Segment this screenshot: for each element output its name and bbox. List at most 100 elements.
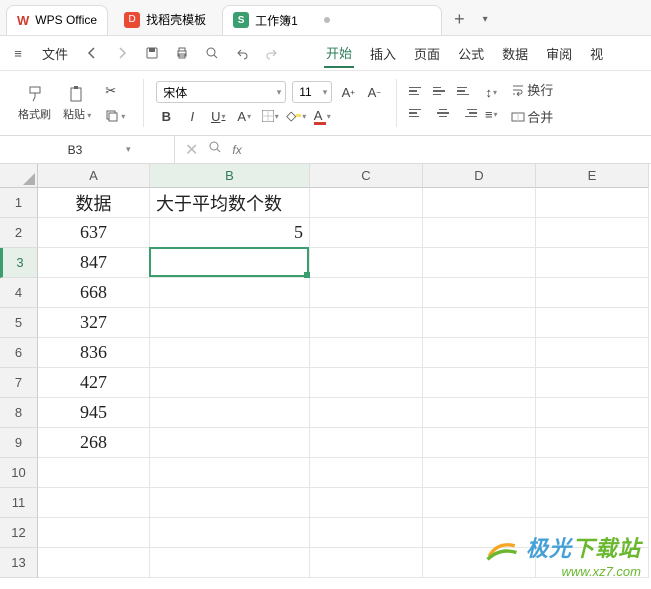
- border-button[interactable]: ▾: [260, 107, 280, 125]
- cell[interactable]: [310, 368, 423, 398]
- formula-input[interactable]: [252, 143, 641, 157]
- format-brush-button[interactable]: 格式刷: [14, 82, 55, 124]
- cell[interactable]: [423, 248, 536, 278]
- cell[interactable]: [150, 368, 310, 398]
- cell[interactable]: [310, 428, 423, 458]
- cut-button[interactable]: ✂: [101, 81, 129, 101]
- row-header[interactable]: 10: [0, 458, 38, 488]
- cell[interactable]: 836: [38, 338, 150, 368]
- menu-tab-review[interactable]: 审阅: [544, 40, 574, 67]
- cell[interactable]: [423, 308, 536, 338]
- back-icon[interactable]: [84, 45, 100, 61]
- menu-tab-page[interactable]: 页面: [412, 40, 442, 67]
- cell[interactable]: [38, 548, 150, 578]
- titlebar-tab-wps[interactable]: W WPS Office: [6, 5, 108, 35]
- cell[interactable]: [536, 248, 649, 278]
- titlebar-tab-daoke[interactable]: D 找稻壳模板: [114, 5, 216, 35]
- row-header[interactable]: 12: [0, 518, 38, 548]
- cell[interactable]: 668: [38, 278, 150, 308]
- cell[interactable]: [150, 338, 310, 368]
- row-header[interactable]: 6: [0, 338, 38, 368]
- cell[interactable]: [536, 398, 649, 428]
- font-name-select[interactable]: 宋体: [156, 81, 286, 103]
- cell[interactable]: [310, 248, 423, 278]
- cell[interactable]: [310, 488, 423, 518]
- cell[interactable]: [150, 428, 310, 458]
- select-all-button[interactable]: [0, 164, 38, 188]
- fill-color-button[interactable]: ◇▾: [286, 107, 306, 125]
- cell[interactable]: 427: [38, 368, 150, 398]
- underline-button[interactable]: U▾: [208, 107, 228, 125]
- row-header[interactable]: 9: [0, 428, 38, 458]
- font-color-button[interactable]: A▾: [312, 107, 332, 125]
- cell[interactable]: [536, 368, 649, 398]
- column-header[interactable]: C: [310, 164, 423, 188]
- menu-file[interactable]: 文件: [40, 40, 70, 67]
- cell[interactable]: [423, 368, 536, 398]
- cell[interactable]: [423, 458, 536, 488]
- new-tab-button[interactable]: +: [448, 9, 471, 30]
- cell[interactable]: [536, 488, 649, 518]
- cell[interactable]: [423, 278, 536, 308]
- cell[interactable]: [423, 218, 536, 248]
- wrap-text-button[interactable]: 换行: [507, 78, 557, 101]
- cell[interactable]: [150, 488, 310, 518]
- cell[interactable]: [423, 398, 536, 428]
- cell[interactable]: [150, 458, 310, 488]
- increase-font-button[interactable]: A+: [338, 83, 358, 101]
- menu-tab-insert[interactable]: 插入: [368, 40, 398, 67]
- cell[interactable]: [150, 278, 310, 308]
- redo-icon[interactable]: [264, 45, 280, 61]
- save-icon[interactable]: [144, 45, 160, 61]
- cell[interactable]: 847: [38, 248, 150, 278]
- row-header[interactable]: 1: [0, 188, 38, 218]
- row-header[interactable]: 11: [0, 488, 38, 518]
- copy-button[interactable]: ▾: [101, 107, 129, 125]
- cell[interactable]: [536, 218, 649, 248]
- cell[interactable]: [150, 398, 310, 428]
- cell[interactable]: [536, 278, 649, 308]
- decrease-font-button[interactable]: A−: [364, 83, 384, 101]
- cell[interactable]: [536, 188, 649, 218]
- cell[interactable]: [423, 428, 536, 458]
- cell[interactable]: 945: [38, 398, 150, 428]
- row-header[interactable]: 5: [0, 308, 38, 338]
- font-size-select[interactable]: 11: [292, 81, 332, 103]
- align-top-button[interactable]: [409, 83, 429, 99]
- column-header[interactable]: A: [38, 164, 150, 188]
- row-header[interactable]: 2: [0, 218, 38, 248]
- cell[interactable]: [38, 488, 150, 518]
- cell[interactable]: [310, 218, 423, 248]
- cell[interactable]: 327: [38, 308, 150, 338]
- titlebar-tab-workbook[interactable]: S 工作簿1: [222, 5, 442, 35]
- strikethrough-button[interactable]: A▾: [234, 107, 254, 125]
- tab-dropdown-button[interactable]: ▾: [477, 14, 494, 25]
- undo-icon[interactable]: [234, 45, 250, 61]
- column-header[interactable]: E: [536, 164, 649, 188]
- cell[interactable]: [310, 548, 423, 578]
- row-header[interactable]: 4: [0, 278, 38, 308]
- cell[interactable]: [150, 308, 310, 338]
- row-header[interactable]: 13: [0, 548, 38, 578]
- row-header[interactable]: 8: [0, 398, 38, 428]
- cell[interactable]: [310, 458, 423, 488]
- cell[interactable]: [310, 398, 423, 428]
- cell[interactable]: [310, 308, 423, 338]
- align-left-button[interactable]: [409, 105, 429, 121]
- cell[interactable]: [310, 518, 423, 548]
- cell[interactable]: [310, 278, 423, 308]
- indent-button[interactable]: ≡▾: [481, 105, 501, 123]
- forward-icon[interactable]: [114, 45, 130, 61]
- italic-button[interactable]: I: [182, 107, 202, 125]
- cell[interactable]: [150, 548, 310, 578]
- column-header[interactable]: D: [423, 164, 536, 188]
- cell[interactable]: [310, 188, 423, 218]
- orientation-button[interactable]: ↕▾: [481, 83, 501, 101]
- row-header[interactable]: 3: [0, 248, 38, 278]
- cell[interactable]: [423, 338, 536, 368]
- name-box[interactable]: [30, 143, 120, 157]
- cell[interactable]: 数据: [38, 188, 150, 218]
- cell[interactable]: [150, 518, 310, 548]
- menu-tab-formula[interactable]: 公式: [456, 40, 486, 67]
- cell[interactable]: [536, 458, 649, 488]
